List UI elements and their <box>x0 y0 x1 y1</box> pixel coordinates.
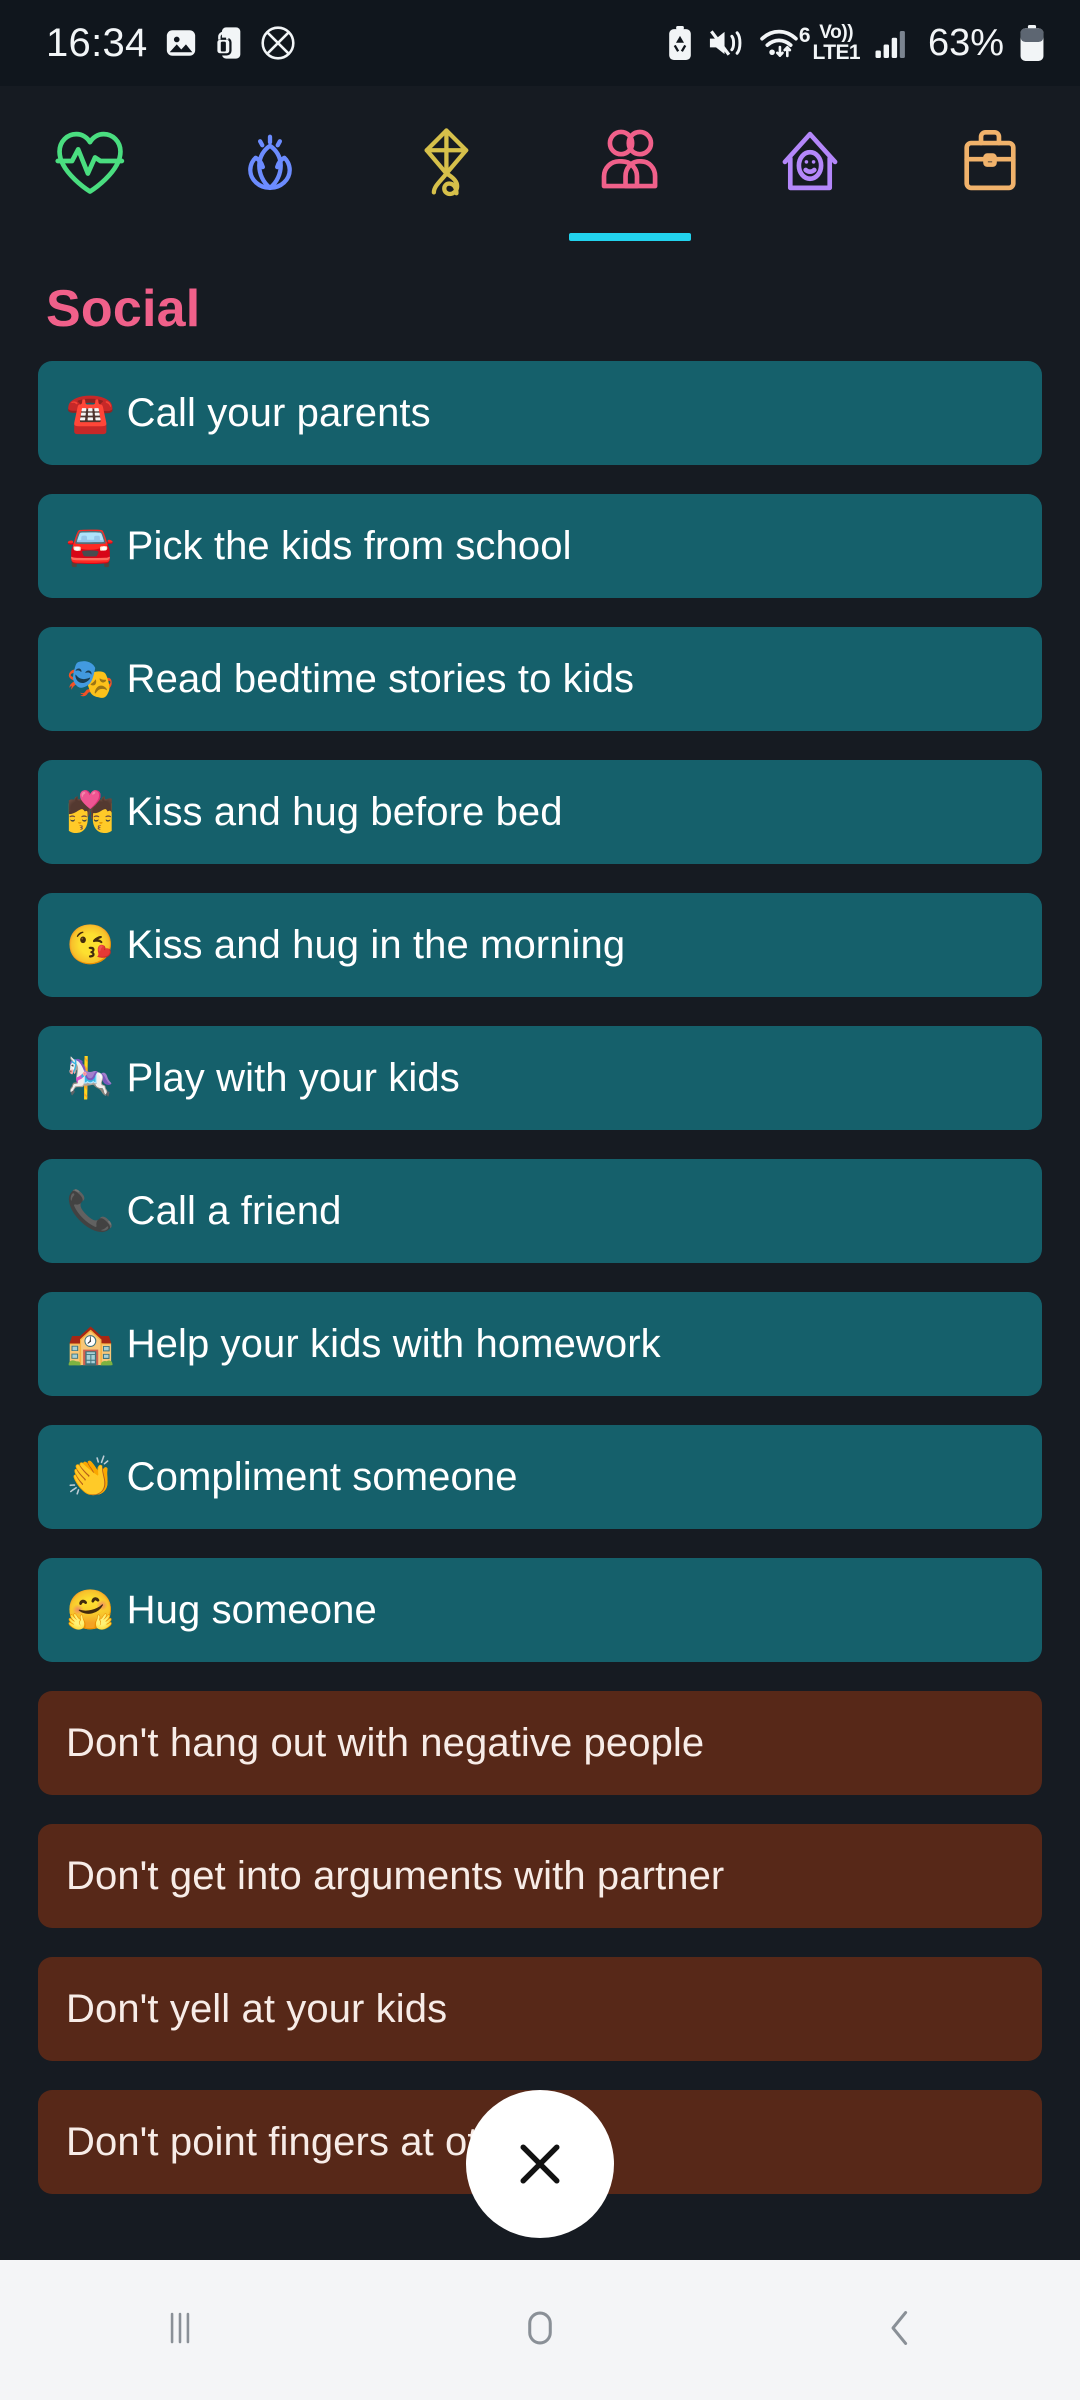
recents-button[interactable] <box>0 2300 360 2361</box>
phone-screen: 16:34 6 Vo)) LTE1 63% Social ☎️ Call you… <box>0 0 1080 2400</box>
status-bar: 16:34 6 Vo)) LTE1 63% <box>0 0 1080 86</box>
hugging-face-icon: 🤗 <box>66 1588 115 1632</box>
wifi-6-icon: 6 <box>759 24 811 60</box>
tab-home[interactable] <box>720 86 900 241</box>
performing-arts-icon: 🎭 <box>66 657 115 701</box>
habit-card[interactable]: 💏 Kiss and hug before bed <box>38 760 1042 864</box>
habit-label: Pick the kids from school <box>126 524 572 568</box>
habit-list: ☎️ Call your parents 🚘 Pick the kids from s… <box>38 361 1042 2194</box>
habit-card[interactable]: 😘 Kiss and hug in the morning <box>38 893 1042 997</box>
habit-card[interactable]: 🎠 Play with your kids <box>38 1026 1042 1130</box>
habit-card[interactable]: Don't hang out with negative people <box>38 1691 1042 1795</box>
habit-label: Don't get into arguments with partner <box>66 1854 725 1898</box>
back-chevron-icon <box>872 2300 928 2361</box>
phone-lock-icon <box>214 26 244 60</box>
signal-bars-icon <box>874 26 910 60</box>
habit-card[interactable]: 👏 Compliment someone <box>38 1425 1042 1529</box>
heartbeat-icon <box>47 118 133 209</box>
carousel-horse-icon: 🎠 <box>66 1056 115 1100</box>
close-x-icon <box>509 2133 571 2195</box>
battery-percent-label: 63% <box>927 21 1004 64</box>
habit-card[interactable]: 🏫 Help your kids with homework <box>38 1292 1042 1396</box>
tab-mindfulness[interactable] <box>180 86 360 241</box>
habit-label: Help your kids with homework <box>126 1322 661 1366</box>
school-icon: 🏫 <box>66 1322 115 1366</box>
briefcase-icon <box>947 118 1033 209</box>
status-bar-right: 6 Vo)) LTE1 63% <box>667 22 1046 65</box>
wifi-generation-label: 6 <box>798 24 811 47</box>
habit-label: Call your parents <box>126 391 431 435</box>
habit-card[interactable]: 🤗 Hug someone <box>38 1558 1042 1662</box>
tab-social[interactable] <box>540 86 720 241</box>
tab-hobby[interactable] <box>360 86 540 241</box>
volte-label: Vo)) <box>819 22 854 43</box>
category-tab-bar[interactable] <box>0 86 1080 241</box>
habit-label: Kiss and hug before bed <box>126 790 563 834</box>
lte-label: LTE1 <box>812 41 861 64</box>
house-smile-icon <box>767 118 853 209</box>
habit-card[interactable]: Don't get into arguments with partner <box>38 1824 1042 1928</box>
phone-receiver-icon: 📞 <box>66 1189 115 1233</box>
habit-label: Hug someone <box>126 1588 377 1632</box>
clapping-hands-icon: 👏 <box>66 1455 115 1499</box>
habit-label: Compliment someone <box>126 1455 518 1499</box>
car-icon: 🚘 <box>66 524 115 568</box>
volte-lte1-icon: Vo)) LTE1 <box>812 22 861 64</box>
habit-card[interactable]: 🚘 Pick the kids from school <box>38 494 1042 598</box>
battery-saver-icon <box>667 26 693 60</box>
lotus-icon <box>227 118 313 209</box>
status-clock: 16:34 <box>46 21 148 65</box>
kite-icon <box>407 118 493 209</box>
no-sim-slash-icon <box>260 25 296 61</box>
habit-card[interactable]: Don't yell at your kids <box>38 1957 1042 2061</box>
habit-label: Call a friend <box>126 1189 342 1233</box>
home-button[interactable] <box>360 2300 720 2361</box>
two-people-icon <box>587 118 673 209</box>
habit-card[interactable]: ☎️ Call your parents <box>38 361 1042 465</box>
habit-label: Kiss and hug in the morning <box>126 923 626 967</box>
tab-work[interactable] <box>900 86 1080 241</box>
habit-label: Don't yell at your kids <box>66 1987 448 2031</box>
habit-card[interactable]: 📞 Call a friend <box>38 1159 1042 1263</box>
close-fab-button[interactable] <box>466 2090 614 2238</box>
tab-health[interactable] <box>0 86 180 241</box>
recents-icon <box>152 2300 208 2361</box>
kissing-face-icon: 😘 <box>66 923 115 967</box>
status-bar-left: 16:34 <box>46 23 296 63</box>
home-icon <box>512 2300 568 2361</box>
android-nav-bar[interactable] <box>0 2260 1080 2400</box>
back-button[interactable] <box>720 2300 1080 2361</box>
telephone-icon: ☎️ <box>66 391 115 435</box>
habit-label: Don't hang out with negative people <box>66 1721 705 1765</box>
page-title: Social <box>46 280 201 338</box>
kiss-couple-icon: 💏 <box>66 790 115 834</box>
battery-icon <box>1018 25 1046 61</box>
content-area: Social ☎️ Call your parents 🚘 Pick the kids… <box>0 241 1080 2260</box>
mute-icon <box>707 26 745 60</box>
habit-label: Read bedtime stories to kids <box>126 657 635 701</box>
habit-card[interactable]: 🎭 Read bedtime stories to kids <box>38 627 1042 731</box>
image-icon <box>164 26 198 60</box>
habit-label: Play with your kids <box>126 1056 460 1100</box>
